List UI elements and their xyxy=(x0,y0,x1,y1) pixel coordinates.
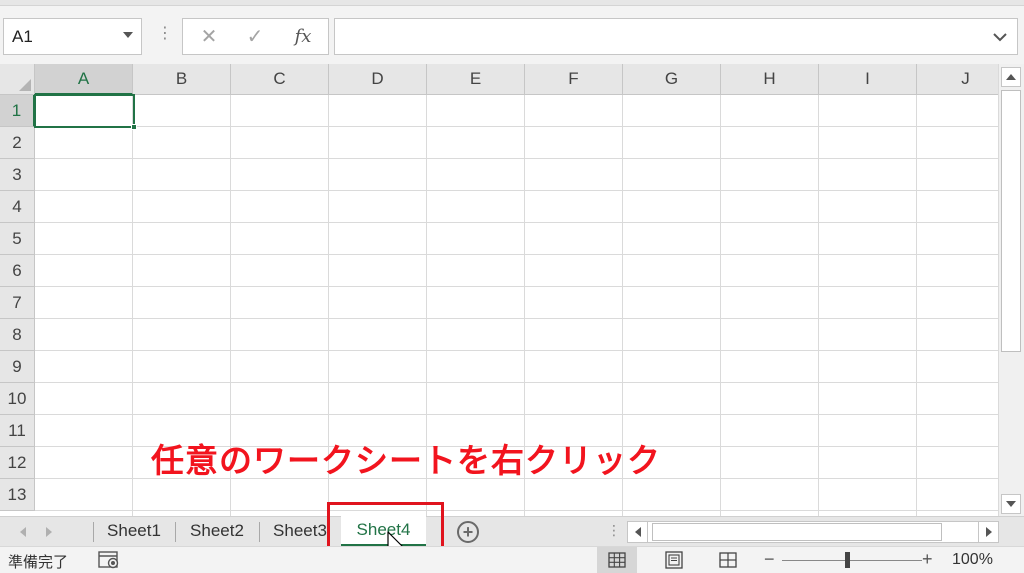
column-header-h[interactable]: H xyxy=(721,64,819,95)
name-box-value: A1 xyxy=(12,26,33,46)
column-header-e[interactable]: E xyxy=(427,64,525,95)
gridline xyxy=(35,286,998,287)
gridline xyxy=(35,190,998,191)
gridline xyxy=(35,126,998,127)
scroll-up-icon[interactable] xyxy=(1001,67,1021,87)
horizontal-scroll-thumb[interactable] xyxy=(652,523,942,541)
zoom-level[interactable]: 100% xyxy=(952,551,993,569)
formula-input[interactable] xyxy=(334,18,1018,55)
horizontal-scrollbar[interactable] xyxy=(627,521,999,543)
insert-function-button[interactable]: fx xyxy=(283,19,323,54)
close-icon[interactable]: ✕ xyxy=(189,19,229,54)
gridline xyxy=(35,382,998,383)
gridline xyxy=(35,414,998,415)
annotation-text: 任意のワークシートを右クリック xyxy=(151,441,661,480)
zoom-in-icon[interactable]: + xyxy=(922,549,933,570)
normal-view-icon[interactable] xyxy=(597,547,637,573)
row-header-7[interactable]: 7 xyxy=(0,287,35,319)
zoom-slider[interactable] xyxy=(782,560,922,561)
gridline xyxy=(35,254,998,255)
checkmark-icon[interactable]: ✓ xyxy=(235,19,275,54)
chevron-down-icon[interactable] xyxy=(123,32,133,38)
add-sheet-icon[interactable]: + xyxy=(457,521,479,543)
row-header-3[interactable]: 3 xyxy=(0,159,35,191)
vertical-scroll-thumb[interactable] xyxy=(1001,90,1021,352)
more-vertical-icon[interactable]: ⋮ xyxy=(607,523,621,537)
row-header-10[interactable]: 10 xyxy=(0,383,35,415)
scroll-left-icon[interactable] xyxy=(628,522,648,542)
row-header-9[interactable]: 9 xyxy=(0,351,35,383)
macro-recording-icon[interactable] xyxy=(98,551,120,573)
row-header-2[interactable]: 2 xyxy=(0,127,35,159)
zoom-out-icon[interactable]: − xyxy=(764,549,775,570)
column-header-c[interactable]: C xyxy=(231,64,329,95)
tab-scroll-right-icon[interactable] xyxy=(46,527,52,537)
row-header-12[interactable]: 12 xyxy=(0,447,35,479)
gridline xyxy=(35,318,998,319)
column-header-d[interactable]: D xyxy=(329,64,427,95)
row-header-4[interactable]: 4 xyxy=(0,191,35,223)
expand-formula-bar-icon[interactable] xyxy=(993,29,1007,45)
page-layout-view-icon[interactable] xyxy=(654,547,694,573)
gridline xyxy=(35,510,998,511)
row-header-11[interactable]: 11 xyxy=(0,415,35,447)
fill-handle[interactable] xyxy=(131,124,137,130)
column-header-i[interactable]: I xyxy=(819,64,917,95)
name-box[interactable]: A1 xyxy=(3,18,142,55)
gridline xyxy=(35,350,998,351)
column-header-a[interactable]: A xyxy=(35,64,133,95)
active-cell[interactable] xyxy=(34,94,137,130)
gridline xyxy=(35,158,998,159)
column-header-g[interactable]: G xyxy=(623,64,721,95)
formula-bar: A1 ⋮ ✕ ✓ fx xyxy=(0,6,1024,64)
scroll-down-icon[interactable] xyxy=(1001,494,1021,514)
status-bar: 準備完了 − + 100% xyxy=(0,546,1024,573)
column-header-f[interactable]: F xyxy=(525,64,623,95)
more-vertical-icon[interactable]: ⋮ xyxy=(157,26,173,42)
column-header-b[interactable]: B xyxy=(133,64,231,95)
page-break-preview-icon[interactable] xyxy=(708,547,748,573)
vertical-scrollbar[interactable] xyxy=(998,64,1024,516)
zoom-slider-thumb[interactable] xyxy=(845,552,850,568)
row-header-5[interactable]: 5 xyxy=(0,223,35,255)
gridline xyxy=(35,222,998,223)
column-header-j[interactable]: J xyxy=(917,64,998,95)
tab-scroll-left-icon[interactable] xyxy=(20,527,26,537)
scroll-right-icon[interactable] xyxy=(978,522,998,542)
tab-sheet2[interactable]: Sheet2 xyxy=(176,517,258,545)
row-header-6[interactable]: 6 xyxy=(0,255,35,287)
select-all-corner[interactable] xyxy=(0,64,35,95)
row-header-8[interactable]: 8 xyxy=(0,319,35,351)
status-text: 準備完了 xyxy=(8,553,69,571)
tab-sheet1[interactable]: Sheet1 xyxy=(94,517,174,545)
formula-buttons: ✕ ✓ fx xyxy=(182,18,329,55)
sheet-tab-bar: Sheet1 Sheet2 Sheet3 Sheet4 + ⋮ xyxy=(0,516,1024,546)
row-header-1[interactable]: 1 xyxy=(0,95,35,127)
row-header-13[interactable]: 13 xyxy=(0,479,35,511)
